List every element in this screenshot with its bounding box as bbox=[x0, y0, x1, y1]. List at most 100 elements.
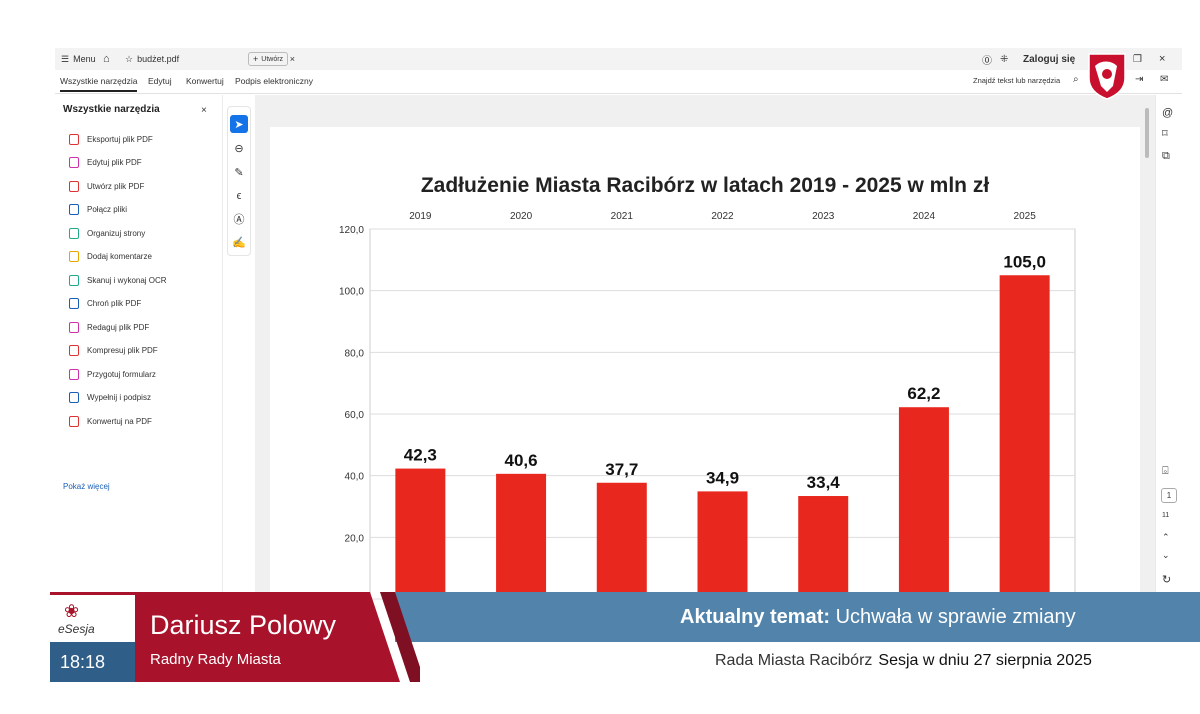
tool-item[interactable]: Edytuj plik PDF bbox=[69, 156, 142, 170]
y-tick-label: 100,0 bbox=[339, 287, 364, 298]
y-tick-label: 40,0 bbox=[345, 472, 365, 483]
eagle-icon: ❀ bbox=[64, 601, 80, 621]
right-sidebar: @ ⌑ ⧉ ⌺ 1 11 ⌃ ⌄ ↻ bbox=[1155, 95, 1182, 614]
tool-item-label: Utwórz plik PDF bbox=[87, 181, 145, 191]
new-tab-button[interactable]: + Utwórz bbox=[248, 48, 289, 70]
page-number-input[interactable]: 1 bbox=[1161, 488, 1177, 503]
plus-icon: + bbox=[253, 54, 259, 64]
menu-button[interactable]: ☰ Menu bbox=[61, 48, 96, 70]
y-tick-label: 20,0 bbox=[345, 533, 365, 544]
y-tick-label: 80,0 bbox=[345, 348, 365, 359]
tool-item-icon bbox=[69, 298, 79, 309]
current-topic: Aktualny temat: Uchwała w sprawie zmiany bbox=[680, 606, 1076, 628]
bar bbox=[999, 275, 1050, 599]
tab-edit[interactable]: Edytuj bbox=[148, 76, 172, 86]
tool-item-label: Kompresuj plik PDF bbox=[87, 346, 158, 355]
tool-item-icon bbox=[69, 180, 79, 192]
page-total: 11 bbox=[1162, 512, 1170, 519]
tool-item-icon bbox=[69, 321, 79, 333]
bar bbox=[496, 473, 547, 599]
lasso-icon[interactable]: ϵ bbox=[230, 187, 248, 205]
tool-item[interactable]: Przygotuj formularz bbox=[69, 367, 156, 381]
clock: 18:18 bbox=[50, 642, 135, 682]
tool-item-label: Chroń plik PDF bbox=[87, 299, 142, 308]
mail-icon[interactable]: ✉ bbox=[1160, 74, 1168, 85]
esesja-logo: ❀ eSesja bbox=[50, 592, 135, 642]
home-icon[interactable]: ⌂ bbox=[103, 48, 110, 70]
refresh-icon[interactable]: ↻ bbox=[1162, 573, 1171, 586]
scrollbar[interactable] bbox=[1145, 108, 1149, 158]
tool-item-icon bbox=[69, 415, 79, 427]
tool-item[interactable]: Chroń plik PDF bbox=[69, 297, 141, 311]
tool-tabs: Wszystkie narzędzia Edytuj Konwertuj Pod… bbox=[55, 70, 1182, 94]
login-button[interactable]: Zaloguj się bbox=[1023, 48, 1075, 70]
help-icon[interactable]: ⓪ bbox=[982, 48, 992, 70]
chat-icon[interactable]: ⌺ bbox=[1162, 465, 1169, 478]
y-tick-label: 120,0 bbox=[339, 225, 364, 236]
pen-icon[interactable]: ✎ bbox=[230, 163, 248, 181]
hamburger-icon: ☰ bbox=[61, 53, 70, 64]
tool-item-label: Redaguj plik PDF bbox=[87, 322, 150, 332]
title-bar: ☰ Menu ⌂ ☆ budżet.pdf × + Utwórz ⓪ ⁜ Zaloguj… bbox=[55, 48, 1182, 70]
copy-icon[interactable]: ⧉ bbox=[1162, 150, 1170, 163]
tool-item[interactable]: Skanuj i wykonaj OCR bbox=[69, 273, 167, 287]
quick-tools: ➤ ⊖ ✎ ϵ Ⓐ ✍ bbox=[227, 106, 251, 256]
bar-value-label: 42,3 bbox=[404, 446, 437, 465]
tool-item[interactable]: Redaguj plik PDF bbox=[69, 320, 149, 334]
city-crest-icon bbox=[1088, 53, 1126, 100]
tool-item-icon bbox=[69, 157, 79, 168]
tool-item[interactable]: Utwórz plik PDF bbox=[69, 179, 144, 193]
bookmark-icon[interactable]: ⌑ bbox=[1162, 127, 1168, 140]
page-up-icon[interactable]: ⌃ bbox=[1162, 532, 1170, 543]
panel-close-icon[interactable]: × bbox=[201, 105, 207, 116]
close-icon[interactable]: × bbox=[1159, 48, 1165, 70]
x-top-tick-label: 2021 bbox=[611, 211, 634, 222]
speaker-name: Dariusz Polowy bbox=[150, 610, 337, 640]
tool-item[interactable]: Eksportuj plik PDF bbox=[69, 132, 153, 146]
pdf-viewer-window: ☰ Menu ⌂ ☆ budżet.pdf × + Utwórz ⓪ ⁜ Zaloguj… bbox=[55, 48, 1182, 614]
tab-e-signature[interactable]: Podpis elektroniczny bbox=[235, 76, 313, 86]
tool-item[interactable]: Konwertuj na PDF bbox=[69, 414, 152, 428]
bar bbox=[898, 407, 949, 599]
x-top-tick-label: 2023 bbox=[812, 211, 835, 222]
comment-icon[interactable]: ⊖ bbox=[230, 139, 248, 157]
restore-icon[interactable]: ❐ bbox=[1133, 48, 1142, 70]
x-top-tick-label: 2019 bbox=[409, 211, 432, 222]
bar-value-label: 33,4 bbox=[807, 473, 841, 492]
broadcast-overlay: Aktualny temat: Uchwała w sprawie zmiany… bbox=[0, 592, 1200, 714]
x-top-tick-label: 2020 bbox=[510, 211, 533, 222]
tab-convert[interactable]: Konwertuj bbox=[186, 76, 224, 86]
tool-item[interactable]: Połącz pliki bbox=[69, 203, 127, 217]
all-tools-panel: Wszystkie narzędzia × Eksportuj plik PDF… bbox=[55, 95, 223, 614]
share-icon[interactable]: ⇥ bbox=[1135, 74, 1143, 85]
page-down-icon[interactable]: ⌄ bbox=[1162, 550, 1170, 561]
chart-title: Zadłużenie Miasta Racibórz w latach 2019… bbox=[421, 174, 990, 197]
close-tab-icon[interactable]: × bbox=[290, 54, 295, 64]
at-icon[interactable]: @ bbox=[1162, 107, 1173, 119]
select-cursor-icon[interactable]: ➤ bbox=[230, 115, 248, 133]
search-icon[interactable]: ⌕ bbox=[1073, 74, 1079, 85]
search-hint[interactable]: Znajdź tekst lub narzędzia bbox=[973, 76, 1060, 85]
bar-value-label: 105,0 bbox=[1003, 252, 1046, 271]
star-icon: ☆ bbox=[125, 53, 134, 64]
apps-icon[interactable]: ⁜ bbox=[1000, 48, 1008, 70]
tool-item[interactable]: Organizuj strony bbox=[69, 226, 145, 240]
tool-item-icon bbox=[69, 227, 79, 239]
tool-item[interactable]: Dodaj komentarze bbox=[69, 250, 152, 264]
tool-item[interactable]: Wypełnij i podpisz bbox=[69, 391, 151, 405]
tool-item-icon bbox=[69, 133, 79, 145]
tool-item-icon bbox=[69, 368, 79, 380]
tool-item[interactable]: Kompresuj plik PDF bbox=[69, 344, 158, 358]
text-box-icon[interactable]: Ⓐ bbox=[230, 210, 248, 228]
panel-title: Wszystkie narzędzia bbox=[63, 104, 160, 115]
tool-item-icon bbox=[69, 204, 79, 215]
bar bbox=[596, 482, 647, 599]
sign-icon[interactable]: ✍ bbox=[230, 233, 248, 251]
tab-all-tools[interactable]: Wszystkie narzędzia bbox=[60, 76, 138, 92]
bar-value-label: 40,6 bbox=[505, 451, 538, 470]
speaker-role: Radny Rady Miasta bbox=[150, 651, 281, 668]
tool-item-label: Skanuj i wykonaj OCR bbox=[87, 275, 167, 285]
show-more-link[interactable]: Pokaż więcej bbox=[63, 482, 110, 491]
video-frame: ☰ Menu ⌂ ☆ budżet.pdf × + Utwórz ⓪ ⁜ Zaloguj… bbox=[0, 0, 1200, 714]
document-area[interactable]: Zadłużenie Miasta Racibórz w latach 2019… bbox=[255, 95, 1155, 614]
